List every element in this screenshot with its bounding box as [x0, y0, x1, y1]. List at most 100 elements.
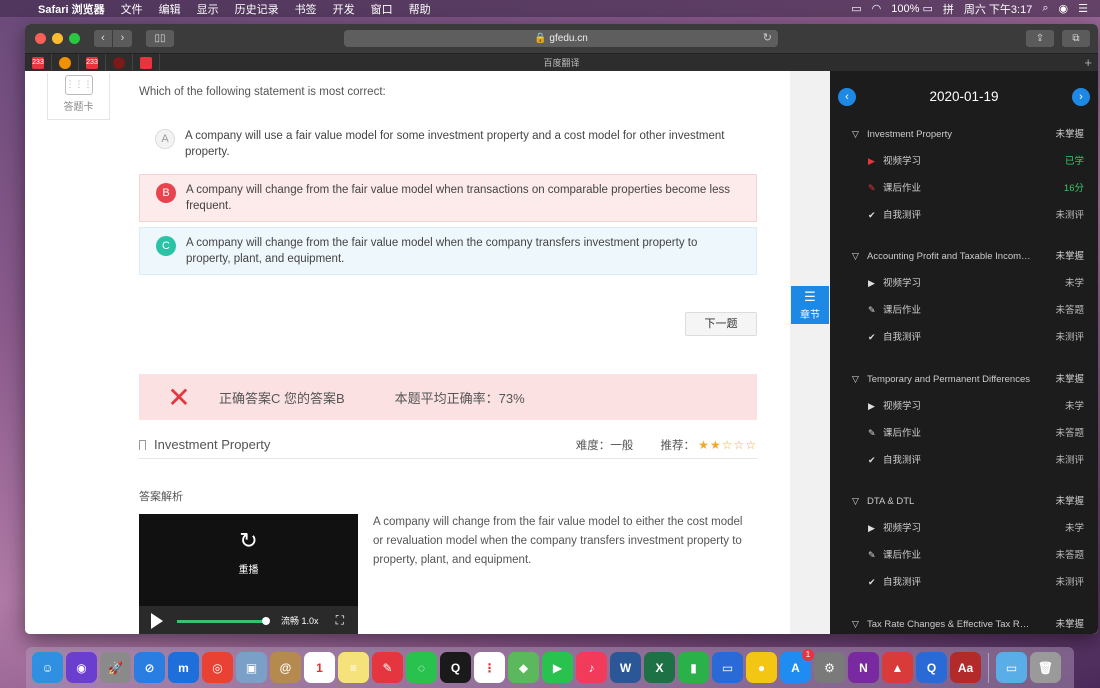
keynote-icon[interactable]: ▭ [712, 652, 743, 683]
spotlight-icon[interactable]: ⌕ [1042, 2, 1048, 15]
progress-track[interactable] [177, 620, 267, 623]
preview-icon[interactable]: ▣ [236, 652, 267, 683]
siri-icon[interactable]: ◉ [66, 652, 97, 683]
next-date-button[interactable]: › [1072, 88, 1090, 106]
option-c[interactable]: C A company will change from the fair va… [139, 227, 757, 275]
favbar-title[interactable]: 百度翻译 [25, 56, 1098, 69]
forward-button[interactable]: › [113, 30, 132, 47]
collapse-triangle-icon[interactable]: ▽ [852, 121, 859, 148]
share-button[interactable]: ⇪ [1026, 30, 1054, 47]
menu-history[interactable]: 历史记录 [227, 1, 287, 17]
favorite-item[interactable] [133, 53, 160, 72]
chapter-button[interactable]: ☰ 章节 [791, 286, 829, 324]
notes-icon[interactable]: ≡ [338, 652, 369, 683]
contacts-icon[interactable]: @ [270, 652, 301, 683]
chapter-section-header[interactable]: ▽ Accounting Profit and Taxable Incom… 未掌握 [830, 243, 1098, 270]
launchpad-icon[interactable]: 🚀 [100, 652, 131, 683]
music-icon[interactable]: ♪ [576, 652, 607, 683]
siri-icon[interactable]: ◉ [1059, 2, 1069, 15]
airplay-icon[interactable]: ▭ [851, 2, 861, 15]
quality-speed-label[interactable]: 流畅 1.0x [281, 614, 319, 627]
option-b[interactable]: B A company will change from the fair va… [139, 174, 757, 222]
chapter-task-play[interactable]: ▶ 视频学习 已学 [830, 148, 1098, 175]
menu-bookmarks[interactable]: 书签 [287, 1, 325, 17]
input-method-icon[interactable]: 拼 [943, 1, 954, 17]
replay-icon[interactable]: ↻ [139, 528, 358, 554]
quicktime-icon[interactable]: Q [916, 652, 947, 683]
mindnode-icon[interactable]: ● [746, 652, 777, 683]
folder-icon[interactable]: ▭ [996, 652, 1027, 683]
next-question-button[interactable]: 下一题 [685, 312, 757, 336]
chapter-section-header[interactable]: ▽ Temporary and Permanent Differences 未掌握 [830, 366, 1098, 393]
menu-file[interactable]: 文件 [113, 1, 151, 17]
facetime-icon[interactable]: ▶ [542, 652, 573, 683]
minimize-window-button[interactable] [52, 33, 63, 44]
play-icon[interactable] [151, 613, 163, 629]
chapter-section-header[interactable]: ▽ DTA & DTL 未掌握 [830, 488, 1098, 515]
tabs-overview-button[interactable]: ⧉ [1062, 30, 1090, 47]
sidebar-toggle-button[interactable]: ▯▯ [146, 30, 174, 47]
appstore-icon[interactable]: A1 [780, 649, 814, 683]
onenote-icon[interactable]: N [848, 652, 879, 683]
answer-card-button[interactable]: ⋮⋮⋮ 答题卡 [47, 73, 110, 120]
bookmark-icon[interactable] [139, 440, 146, 450]
chrome-icon[interactable]: ◎ [202, 652, 233, 683]
clock[interactable]: 周六 下午3:17 [964, 1, 1032, 17]
trash-icon[interactable]: 🗑 [1030, 652, 1061, 683]
favorite-item[interactable]: 233 [25, 53, 52, 72]
collapse-triangle-icon[interactable]: ▽ [852, 243, 859, 270]
reminders-icon[interactable]: ⋮ [474, 652, 505, 683]
chapter-section-header[interactable]: ▽ Investment Property 未掌握 [830, 121, 1098, 148]
chapter-task-check[interactable]: ✔ 自我测评 未测评 [830, 324, 1098, 351]
menu-window[interactable]: 窗口 [363, 1, 401, 17]
wifi-icon[interactable]: ◠ [872, 2, 882, 15]
option-a[interactable]: A A company will use a fair value model … [139, 121, 757, 167]
favorite-item[interactable] [52, 53, 79, 72]
new-tab-icon[interactable]: + [1084, 55, 1092, 70]
finder-icon[interactable]: ☺ [32, 652, 63, 683]
meituan-icon[interactable]: m [168, 652, 199, 683]
wechat-icon[interactable]: ◌ [406, 652, 437, 683]
excel-icon[interactable]: X [644, 652, 675, 683]
fullscreen-icon[interactable]: ⛶ [336, 613, 344, 628]
qq-icon[interactable]: Q [440, 652, 471, 683]
collapse-triangle-icon[interactable]: ▽ [852, 611, 859, 634]
flag-app-icon[interactable]: ▲ [882, 652, 913, 683]
close-window-button[interactable] [35, 33, 46, 44]
numbers-icon[interactable]: ▮ [678, 652, 709, 683]
word-icon[interactable]: W [610, 652, 641, 683]
back-button[interactable]: ‹ [94, 30, 113, 47]
menu-help[interactable]: 帮助 [401, 1, 439, 17]
replay-label[interactable]: 重播 [139, 561, 358, 576]
chapter-task-check[interactable]: ✔ 自我测评 未测评 [830, 569, 1098, 596]
video-player[interactable]: ↻ 重播 流畅 1.0x ⛶ [139, 514, 358, 634]
chapter-task-play[interactable]: ▶ 视频学习 未学 [830, 393, 1098, 420]
chapter-task-pen[interactable]: ✎ 课后作业 未答题 [830, 297, 1098, 324]
menu-edit[interactable]: 编辑 [151, 1, 189, 17]
menu-develop[interactable]: 开发 [325, 1, 363, 17]
safari-icon[interactable]: ⊘ [134, 652, 165, 683]
battery-status[interactable]: 100% ▭ [891, 2, 933, 15]
calendar-icon[interactable]: 1 [304, 652, 335, 683]
collapse-triangle-icon[interactable]: ▽ [852, 488, 859, 515]
chapter-task-check[interactable]: ✔ 自我测评 未测评 [830, 202, 1098, 229]
dictionary-icon[interactable]: Aa [950, 652, 981, 683]
maps-icon[interactable]: ◆ [508, 652, 539, 683]
favorite-item[interactable] [106, 53, 133, 72]
progress-handle[interactable] [262, 617, 270, 625]
chapter-section-header[interactable]: ▽ Tax Rate Changes & Effective Tax R… 未掌握 [830, 611, 1098, 634]
settings-icon[interactable]: ⚙ [814, 652, 845, 683]
chapter-task-play[interactable]: ▶ 视频学习 未学 [830, 515, 1098, 542]
chapter-task-pen[interactable]: ✎ 课后作业 未答题 [830, 420, 1098, 447]
menu-app-name[interactable]: Safari 浏览器 [30, 1, 113, 17]
chapter-task-pen[interactable]: ✎ 课后作业 16分 [830, 175, 1098, 202]
chapter-task-play[interactable]: ▶ 视频学习 未学 [830, 270, 1098, 297]
favorite-item[interactable]: 233 [79, 53, 106, 72]
chapter-task-check[interactable]: ✔ 自我测评 未测评 [830, 447, 1098, 474]
prev-date-button[interactable]: ‹ [838, 88, 856, 106]
address-bar[interactable]: 🔒 gfedu.cn ↻ [344, 30, 778, 47]
collapse-triangle-icon[interactable]: ▽ [852, 366, 859, 393]
zoom-window-button[interactable] [69, 33, 80, 44]
notification-center-icon[interactable]: ☰ [1078, 2, 1088, 15]
menu-view[interactable]: 显示 [189, 1, 227, 17]
